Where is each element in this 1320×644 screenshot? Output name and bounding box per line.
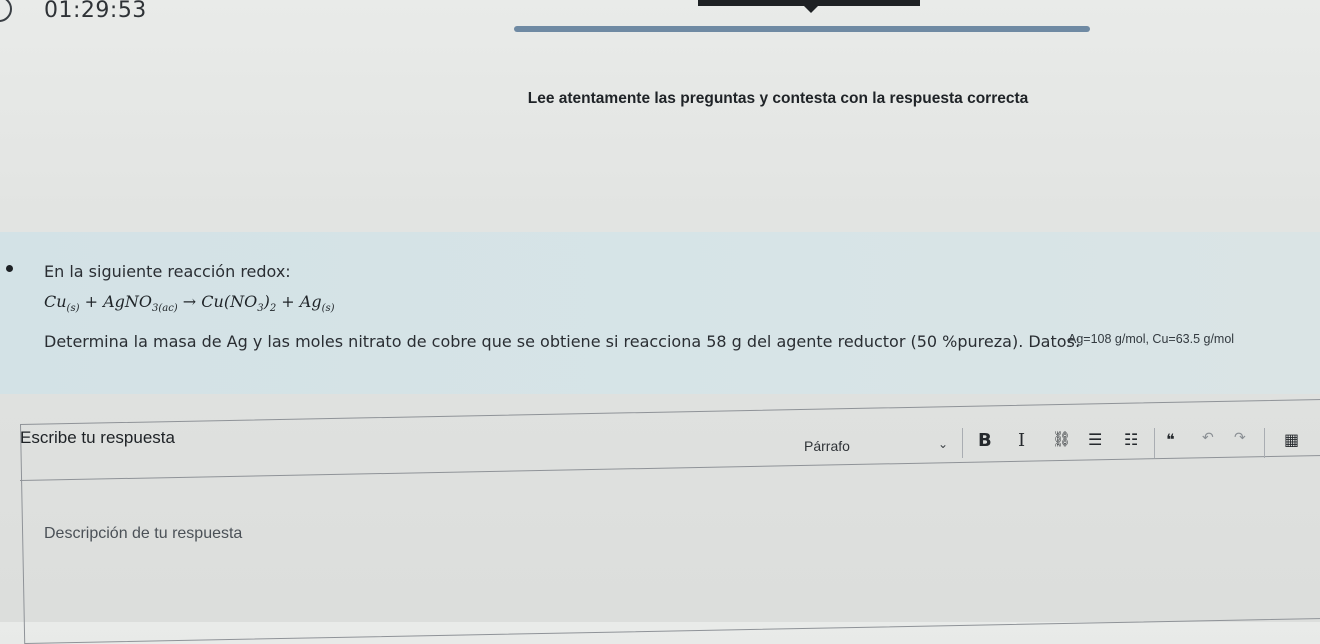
- table-icon[interactable]: ▦: [1284, 430, 1299, 449]
- answer-label: Escribe tu respuesta: [20, 428, 175, 447]
- toolbar-separator: [962, 428, 963, 458]
- caret-down-icon: [803, 5, 819, 13]
- progress-bar: [514, 26, 1090, 32]
- quote-icon[interactable]: ❝: [1166, 430, 1175, 449]
- eq-plus: +: [276, 292, 300, 311]
- eq-arrow: →: [177, 292, 202, 311]
- bullet-icon: [6, 265, 13, 272]
- undo-icon[interactable]: ↶: [1202, 430, 1214, 446]
- eq-agno3-state: 3(ac): [151, 303, 178, 315]
- numbered-list-icon[interactable]: ☷: [1124, 430, 1138, 449]
- italic-button[interactable]: I: [1018, 430, 1025, 451]
- instructions-heading: Lee atentamente las preguntas y contesta…: [527, 90, 1029, 107]
- question-prompt: Determina la masa de Ag y las moles nitr…: [44, 332, 1081, 351]
- eq-plus: +: [79, 292, 104, 311]
- question-intro: En la siguiente reacción redox:: [44, 262, 291, 281]
- chevron-down-icon[interactable]: ⌄: [938, 437, 948, 451]
- redo-icon[interactable]: ↷: [1234, 430, 1246, 446]
- toolbar-separator: [1264, 428, 1265, 458]
- eq-agno3: AgNO: [103, 292, 152, 311]
- progress-fill: [514, 26, 1090, 32]
- timer: 01:29:53: [44, 0, 147, 23]
- answer-placeholder[interactable]: Descripción de tu respuesta: [44, 525, 242, 543]
- paragraph-select[interactable]: Párrafo: [804, 438, 850, 454]
- eq-ag: Ag: [299, 292, 322, 311]
- reaction-equation: Cu(s) + AgNO3(ac) → Cu(NO3)2 + Ag(s): [44, 292, 335, 314]
- editor-toolbar: Párrafo ⌄ B I ⛓ ☰ ☷ ❝ ↶ ↷ ▦: [790, 424, 1320, 468]
- eq-cu: Cu: [44, 292, 67, 311]
- link-icon[interactable]: ⛓: [1052, 430, 1071, 448]
- eq-ag-state: (s): [321, 303, 335, 315]
- question-data: Ag=108 g/mol, Cu=63.5 g/mol: [1068, 332, 1235, 346]
- eq-cu-state: (s): [66, 303, 80, 315]
- bold-button[interactable]: B: [978, 430, 992, 451]
- clock-icon: [0, 0, 12, 22]
- eq-cuno3: Cu(NO: [201, 292, 258, 311]
- toolbar-separator: [1154, 428, 1155, 458]
- bullet-list-icon[interactable]: ☰: [1088, 430, 1102, 449]
